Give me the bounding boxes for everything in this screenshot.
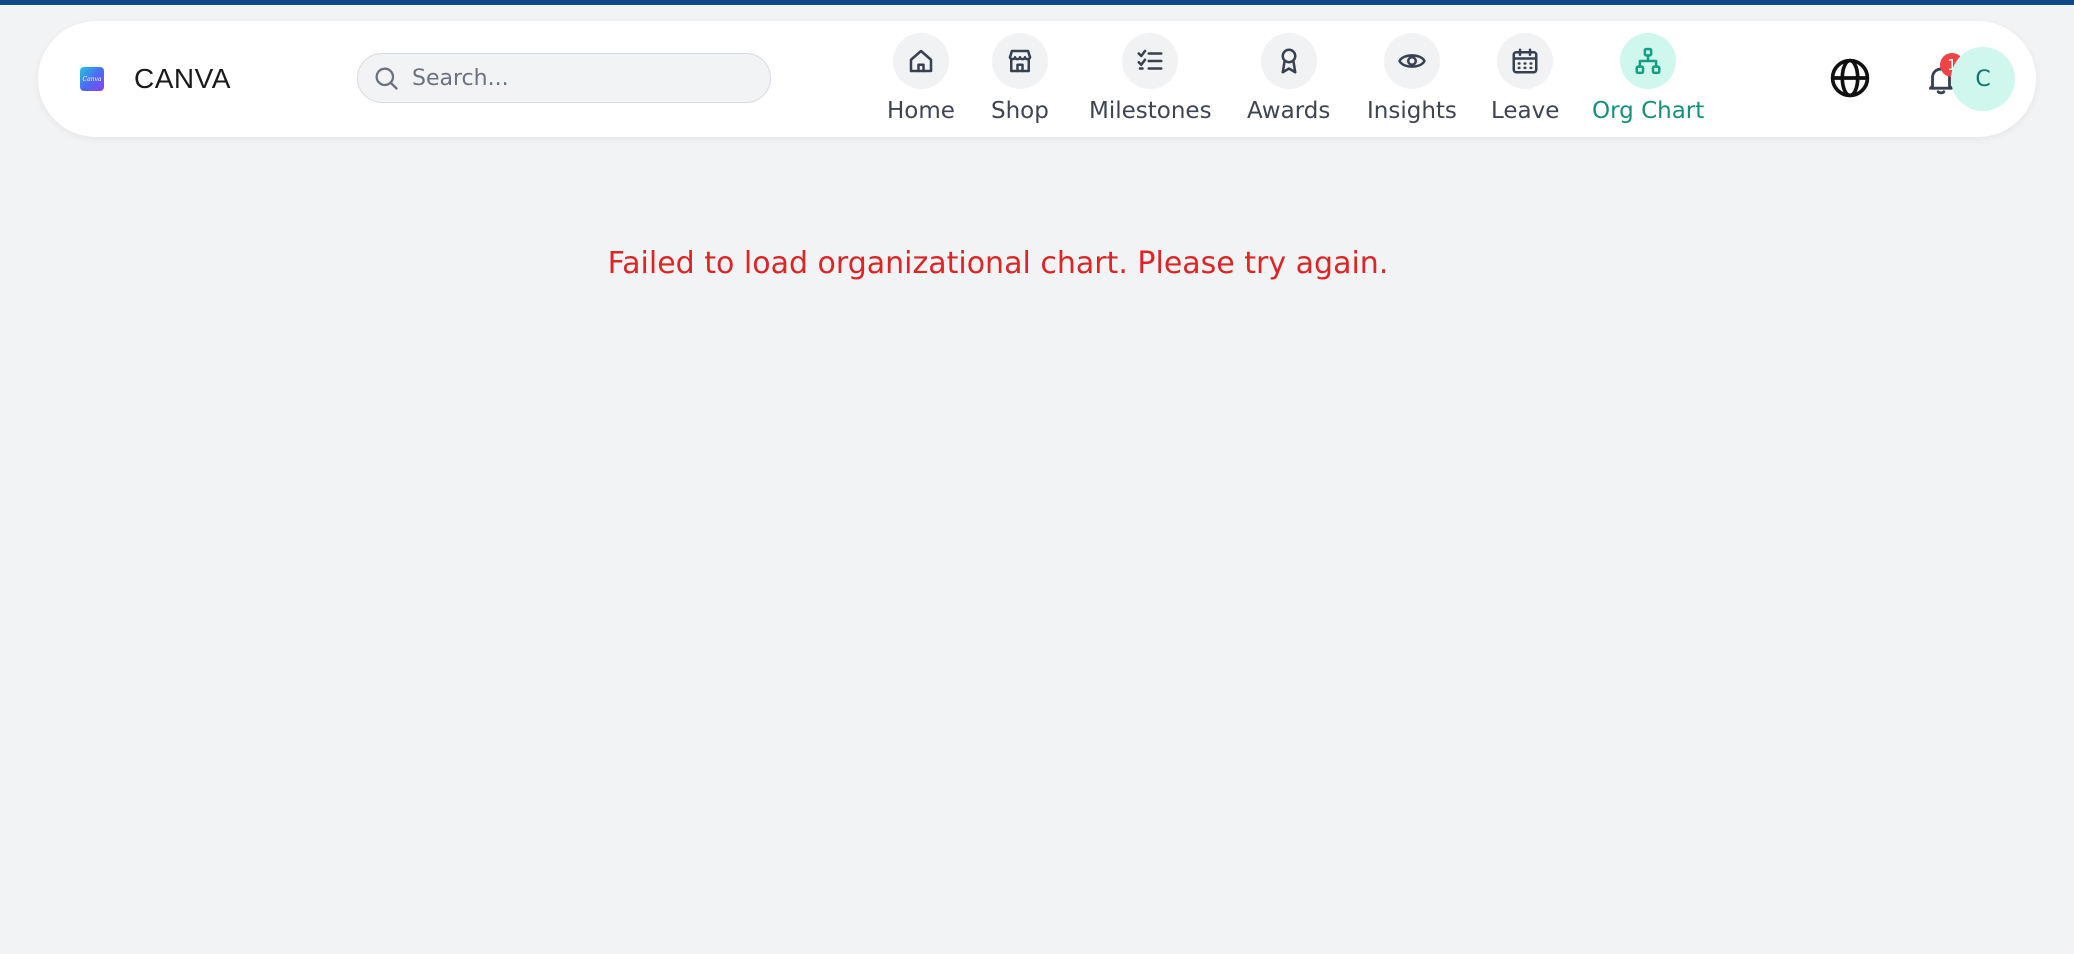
search-icon bbox=[375, 67, 398, 90]
globe-icon bbox=[1830, 58, 1870, 98]
top-border bbox=[0, 0, 2074, 5]
search-box[interactable] bbox=[357, 53, 771, 103]
brand[interactable]: Canva CANVA bbox=[80, 21, 231, 137]
user-avatar[interactable]: C bbox=[1951, 47, 2015, 111]
nav-label-home: Home bbox=[887, 98, 955, 124]
nav-label-awards: Awards bbox=[1247, 98, 1331, 124]
nav-label-shop: Shop bbox=[991, 98, 1049, 124]
brand-name: CANVA bbox=[134, 63, 231, 94]
nav-org-chart[interactable]: Org Chart bbox=[1592, 33, 1704, 124]
nav-label-milestones: Milestones bbox=[1089, 98, 1212, 124]
home-icon bbox=[909, 49, 933, 73]
store-icon bbox=[1008, 49, 1032, 73]
search-input[interactable] bbox=[410, 64, 754, 92]
error-message: Failed to load organizational chart. Ple… bbox=[0, 246, 2074, 281]
eye-icon bbox=[1398, 54, 1426, 68]
award-icon bbox=[1281, 48, 1297, 74]
nav-label-insights: Insights bbox=[1367, 98, 1457, 124]
nav-label-leave: Leave bbox=[1491, 98, 1560, 124]
calendar-icon bbox=[1512, 48, 1538, 74]
canva-logo[interactable]: Canva bbox=[80, 67, 104, 91]
org-chart-icon bbox=[1635, 47, 1661, 75]
nav-label-org-chart: Org Chart bbox=[1592, 98, 1705, 124]
top-navbar: Canva CANVA Home Shop bbox=[38, 21, 2036, 137]
nav-milestones[interactable]: Milestones bbox=[1089, 33, 1212, 124]
nav-shop[interactable]: Shop bbox=[991, 33, 1049, 124]
language-button[interactable] bbox=[1828, 56, 1872, 100]
nav-insights[interactable]: Insights bbox=[1367, 33, 1457, 124]
nav-home[interactable]: Home bbox=[887, 33, 955, 124]
checklist-icon bbox=[1137, 49, 1163, 70]
error-text: Failed to load organizational chart. Ple… bbox=[607, 246, 1389, 281]
nav-leave[interactable]: Leave bbox=[1491, 33, 1559, 124]
nav-awards[interactable]: Awards bbox=[1247, 33, 1330, 124]
